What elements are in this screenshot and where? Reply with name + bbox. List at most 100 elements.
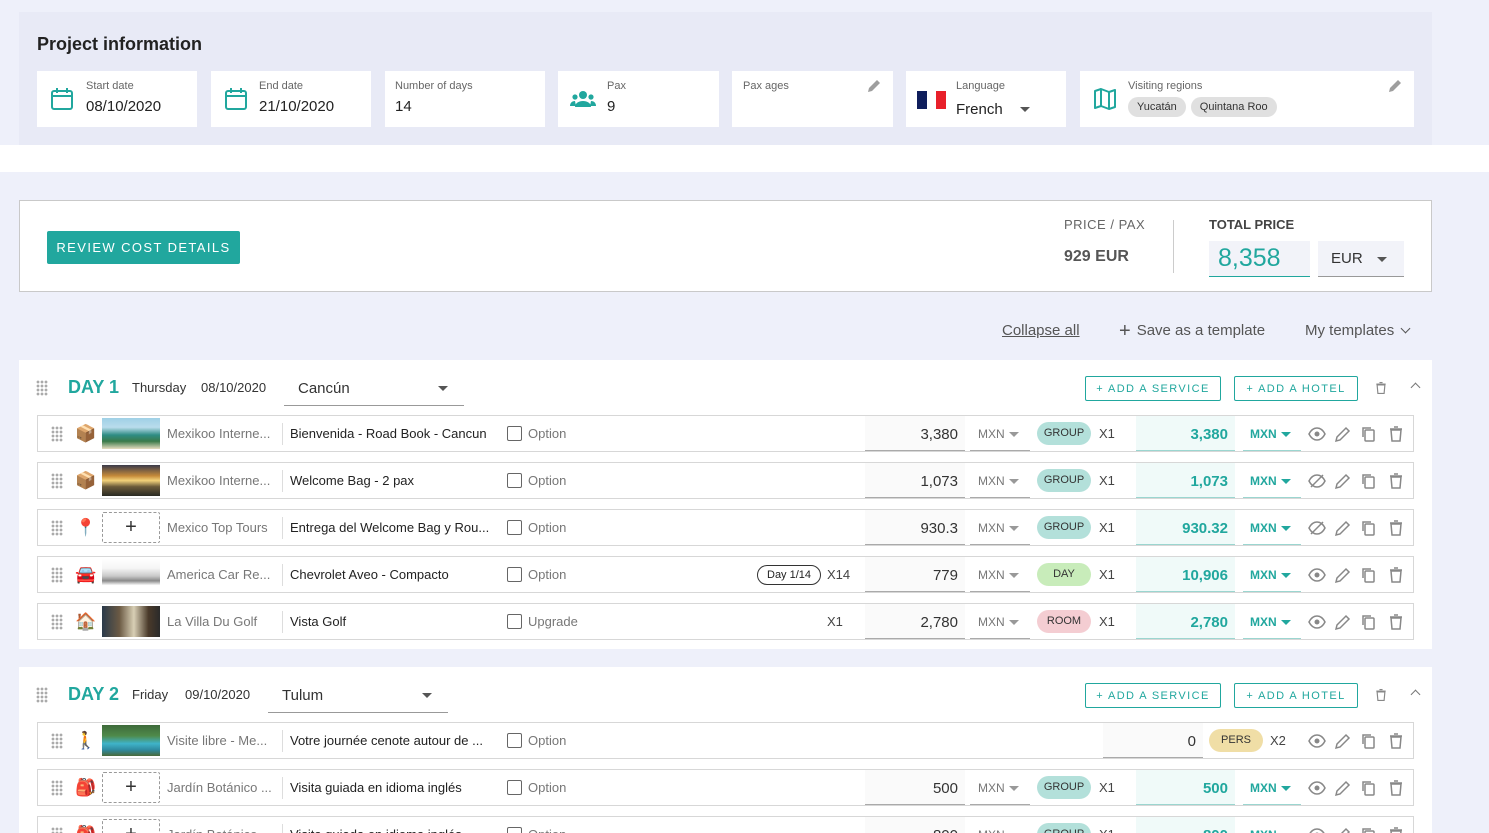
trash-icon[interactable]	[1387, 779, 1405, 797]
drag-handle-icon[interactable]	[51, 567, 63, 583]
copy-icon[interactable]	[1360, 566, 1378, 584]
pencil-icon[interactable]	[1334, 472, 1352, 490]
add-image-button[interactable]: +	[102, 772, 160, 803]
day-city-select[interactable]: Cancún	[284, 370, 464, 406]
eye-icon[interactable]	[1308, 566, 1326, 584]
unit-cost-input[interactable]: 2,780	[865, 604, 965, 639]
review-cost-details-button[interactable]: REVIEW COST DETAILS	[47, 231, 240, 264]
drag-handle-icon[interactable]	[51, 473, 63, 489]
service-name[interactable]: Entrega del Welcome Bag y Rou...	[290, 520, 495, 535]
total-currency-select[interactable]: MXN	[1243, 463, 1301, 498]
number-of-days-field[interactable]: Number of days 14	[385, 71, 545, 127]
trash-icon[interactable]	[1374, 687, 1386, 702]
pencil-icon[interactable]	[1334, 613, 1352, 631]
unit-cost-input[interactable]: 0	[1103, 723, 1203, 758]
pencil-icon[interactable]	[1334, 779, 1352, 797]
add-service-button[interactable]: + ADD A SERVICE	[1085, 683, 1221, 708]
option-checkbox[interactable]	[507, 567, 522, 582]
service-name[interactable]: Visita guiada en idioma inglés	[290, 827, 495, 833]
drag-handle-icon[interactable]	[36, 687, 48, 703]
pencil-icon[interactable]	[1334, 732, 1352, 750]
pax-ages-field[interactable]: Pax ages	[732, 71, 893, 127]
pencil-icon[interactable]	[1334, 519, 1352, 537]
unit-cost-input[interactable]: 930.3	[865, 510, 965, 545]
eye-off-icon[interactable]	[1308, 519, 1326, 537]
total-cost-input[interactable]: 10,906	[1136, 557, 1235, 592]
unit-cost-input[interactable]: 800	[865, 817, 965, 833]
eye-icon[interactable]	[1308, 613, 1326, 631]
chevron-up-icon[interactable]	[1410, 382, 1421, 393]
option-checkbox[interactable]	[507, 520, 522, 535]
drag-handle-icon[interactable]	[51, 733, 63, 749]
option-checkbox[interactable]	[507, 614, 522, 629]
add-image-button[interactable]: +	[102, 819, 160, 833]
eye-icon[interactable]	[1308, 732, 1326, 750]
end-date-field[interactable]: End date 21/10/2020	[211, 71, 371, 127]
service-name[interactable]: Vista Golf	[290, 614, 495, 629]
cost-currency-select[interactable]: MXN	[970, 463, 1030, 498]
eye-icon[interactable]	[1308, 425, 1326, 443]
service-name[interactable]: Votre journée cenote autour de ...	[290, 733, 495, 748]
total-currency-select[interactable]: MXN	[1243, 510, 1301, 545]
pencil-icon[interactable]	[1334, 566, 1352, 584]
region-chip[interactable]: Quintana Roo	[1190, 97, 1277, 117]
trash-icon[interactable]	[1387, 472, 1405, 490]
chevron-down-icon[interactable]	[1020, 107, 1030, 112]
unit-cost-input[interactable]: 3,380	[865, 416, 965, 451]
trash-icon[interactable]	[1387, 425, 1405, 443]
pencil-icon[interactable]	[1334, 826, 1352, 833]
pencil-icon[interactable]	[867, 79, 881, 93]
pencil-icon[interactable]	[1334, 425, 1352, 443]
unit-cost-input[interactable]: 500	[865, 770, 965, 805]
cost-currency-select[interactable]: MXN	[970, 817, 1030, 833]
pax-field[interactable]: Pax 9	[558, 71, 719, 127]
trash-icon[interactable]	[1374, 380, 1386, 395]
option-checkbox[interactable]	[507, 827, 522, 833]
trash-icon[interactable]	[1387, 826, 1405, 833]
total-currency-select[interactable]: MXN	[1243, 416, 1301, 451]
add-service-button[interactable]: + ADD A SERVICE	[1085, 376, 1221, 401]
total-cost-input[interactable]: 930.32	[1136, 510, 1235, 545]
service-name[interactable]: Visita guiada en idioma inglés	[290, 780, 495, 795]
visiting-regions-field[interactable]: Visiting regions Yucatán Quintana Roo	[1080, 71, 1414, 127]
region-chip[interactable]: Yucatán	[1128, 97, 1186, 117]
copy-icon[interactable]	[1360, 613, 1378, 631]
copy-icon[interactable]	[1360, 425, 1378, 443]
copy-icon[interactable]	[1360, 779, 1378, 797]
total-cost-input[interactable]: 3,380	[1136, 416, 1235, 451]
option-checkbox[interactable]	[507, 733, 522, 748]
drag-handle-icon[interactable]	[51, 426, 63, 442]
service-name[interactable]: Welcome Bag - 2 pax	[290, 473, 495, 488]
chevron-up-icon[interactable]	[1410, 689, 1421, 700]
total-currency-select[interactable]: MXN	[1243, 557, 1301, 592]
cost-currency-select[interactable]: MXN	[970, 604, 1030, 639]
eye-off-icon[interactable]	[1308, 472, 1326, 490]
option-checkbox[interactable]	[507, 473, 522, 488]
service-name[interactable]: Chevrolet Aveo - Compacto	[290, 567, 495, 582]
copy-icon[interactable]	[1360, 826, 1378, 833]
total-cost-input[interactable]: 800	[1136, 817, 1235, 833]
trash-icon[interactable]	[1387, 566, 1405, 584]
cost-currency-select[interactable]: MXN	[970, 770, 1030, 805]
drag-handle-icon[interactable]	[36, 380, 48, 396]
total-currency-select[interactable]: MXN	[1243, 817, 1301, 833]
total-price-input[interactable]: 8,358	[1209, 241, 1310, 277]
copy-icon[interactable]	[1360, 732, 1378, 750]
pencil-icon[interactable]	[1388, 79, 1402, 93]
day-city-select[interactable]: Tulum	[268, 677, 448, 713]
unit-cost-input[interactable]: 779	[865, 557, 965, 592]
eye-icon[interactable]	[1308, 826, 1326, 833]
trash-icon[interactable]	[1387, 732, 1405, 750]
start-date-field[interactable]: Start date 08/10/2020	[37, 71, 197, 127]
total-cost-input[interactable]: 2,780	[1136, 604, 1235, 639]
total-currency-select[interactable]: MXN	[1243, 604, 1301, 639]
option-checkbox[interactable]	[507, 780, 522, 795]
trash-icon[interactable]	[1387, 613, 1405, 631]
language-field[interactable]: Language French	[906, 71, 1066, 127]
total-cost-input[interactable]: 500	[1136, 770, 1235, 805]
cost-currency-select[interactable]: MXN	[970, 416, 1030, 451]
drag-handle-icon[interactable]	[51, 827, 63, 833]
trash-icon[interactable]	[1387, 519, 1405, 537]
unit-cost-input[interactable]: 1,073	[865, 463, 965, 498]
eye-icon[interactable]	[1308, 779, 1326, 797]
